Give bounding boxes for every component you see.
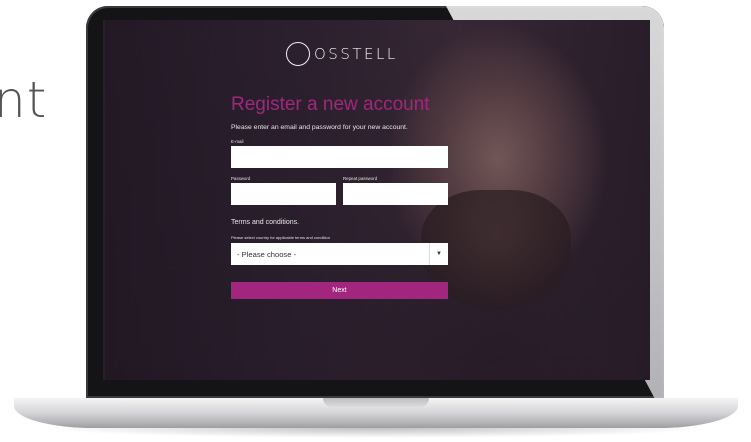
form-intro: Please enter an email and password for y… (231, 124, 408, 131)
email-field[interactable] (231, 146, 448, 168)
register-form: Register a new account Please enter an e… (231, 94, 448, 299)
laptop-notch (323, 398, 429, 407)
password-row: Password Repeat password (231, 176, 448, 205)
country-select-value: - Please choose - (237, 249, 297, 259)
brand-logo: OSSTELL (286, 42, 398, 66)
email-label: E-mail (231, 139, 244, 144)
caret-down-icon[interactable]: ▼ (429, 243, 448, 265)
laptop-shadow (40, 428, 712, 438)
backdrop-text: nt (0, 71, 48, 129)
next-button[interactable]: Next (231, 282, 448, 299)
brand-name: OSSTELL (314, 45, 398, 63)
terms-heading: Terms and conditions. (231, 219, 300, 226)
page-title: Register a new account (231, 94, 430, 115)
ring-logo-icon (286, 42, 310, 66)
password-field[interactable] (231, 183, 336, 205)
repeat-password-label: Repeat password (343, 176, 378, 181)
country-label: Please select country for applicable ter… (231, 235, 330, 240)
password-group: Password (231, 176, 336, 205)
repeat-password-group: Repeat password (343, 176, 448, 205)
country-select[interactable]: - Please choose - ▼ (231, 243, 448, 265)
repeat-password-field[interactable] (343, 183, 448, 205)
laptop-screen: OSSTELL Register a new account Please en… (103, 20, 650, 380)
password-label: Password (231, 176, 251, 181)
